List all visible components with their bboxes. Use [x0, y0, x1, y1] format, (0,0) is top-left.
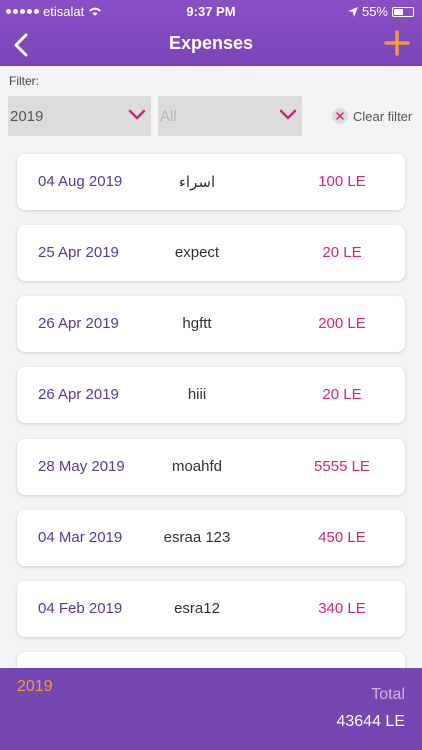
expense-amount: 5555 LE — [314, 458, 370, 475]
chevron-down-icon — [128, 109, 146, 120]
expense-date: 26 Apr 2019 — [38, 315, 119, 332]
category-select[interactable]: All — [158, 96, 302, 136]
clear-filter-label: Clear filter — [353, 108, 413, 124]
expense-name: اسراء — [178, 174, 216, 191]
expense-name: expect — [174, 244, 220, 261]
expense-list[interactable]: 04 Aug 2019 اسراء 100 LE 25 Apr 2019 exp… — [0, 146, 422, 668]
battery-icon — [392, 6, 414, 17]
total-label: Total — [371, 686, 405, 703]
expense-name: hiii — [187, 386, 207, 403]
expense-row[interactable]: 04 Feb 2019 esra12 340 LE — [17, 581, 405, 637]
chevron-down-icon — [279, 109, 297, 120]
expense-date: 28 May 2019 — [38, 458, 125, 475]
expense-row[interactable]: 26 Apr 2019 hgftt 200 LE — [17, 296, 405, 352]
category-select-placeholder: All — [160, 107, 177, 125]
expense-date: 04 Feb 2019 — [38, 600, 123, 617]
expense-amount: 200 LE — [318, 315, 366, 332]
expense-row[interactable]: 04 Aug 2019 اسراء 100 LE — [17, 154, 405, 210]
expense-date: 04 Aug 2019 — [38, 173, 123, 190]
expense-amount: 100 LE — [318, 173, 366, 190]
expense-name: esra12 — [174, 600, 220, 617]
status-bar: etisalat 9:37 PM 55% — [0, 0, 422, 22]
total-value: 43644 LE — [336, 713, 405, 730]
expense-name: moahfd — [171, 458, 223, 475]
expense-row[interactable]: 26 Apr 2019 hiii 20 LE — [17, 367, 405, 423]
expense-name: hgftt — [182, 315, 212, 332]
expense-row-partial[interactable] — [17, 652, 405, 668]
battery-percent: 55% — [361, 4, 388, 19]
expense-row[interactable]: 04 Mar 2019 esraa 123 450 LE — [17, 510, 405, 566]
expense-name: esraa 123 — [163, 529, 231, 546]
summary-footer: 2019 Total 43644 LE — [0, 668, 422, 750]
expense-amount: 450 LE — [318, 529, 366, 546]
page-title: Expenses — [168, 33, 254, 53]
filter-label: Filter: — [9, 74, 39, 88]
app-header: etisalat 9:37 PM 55% Expenses — [0, 0, 422, 66]
expense-row[interactable]: 25 Apr 2019 expect 20 LE — [17, 225, 405, 281]
year-select[interactable]: 2019 — [8, 96, 151, 136]
expense-date: 04 Mar 2019 — [38, 529, 123, 546]
expense-amount: 20 LE — [322, 244, 362, 261]
expense-row[interactable]: 28 May 2019 moahfd 5555 LE — [17, 439, 405, 495]
add-expense-button[interactable] — [384, 30, 410, 56]
clear-filter-button[interactable]: Clear filter — [332, 108, 412, 124]
expense-date: 26 Apr 2019 — [38, 386, 119, 403]
expense-amount: 340 LE — [318, 600, 366, 617]
clear-icon — [332, 108, 348, 124]
year-select-value: 2019 — [10, 107, 44, 125]
expense-amount: 20 LE — [322, 386, 362, 403]
footer-year: 2019 — [17, 678, 53, 695]
location-icon — [347, 6, 358, 17]
expense-date: 25 Apr 2019 — [38, 244, 119, 261]
